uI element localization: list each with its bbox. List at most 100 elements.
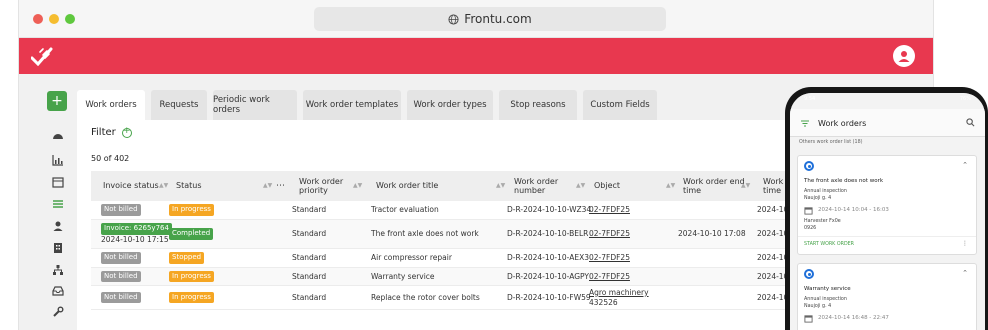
- invoice-cell: Invoice: 6265y764 2024-10-10 17:15: [101, 220, 172, 248]
- object-cell: Agro machinery 432526: [589, 286, 649, 309]
- sort-icon[interactable]: ▲▼: [576, 182, 585, 189]
- tab-periodic-work-orders[interactable]: Periodic work orders: [213, 90, 297, 120]
- phone-time: 9:54: [804, 96, 816, 102]
- status-badge: Stopped: [169, 252, 205, 264]
- url-text: Frontu.com: [464, 12, 532, 26]
- phone-screen: 9:54 76% Work orders Others work order l…: [790, 93, 985, 330]
- invoice-badge: Not billed: [101, 291, 141, 304]
- status-badge: In progress: [169, 270, 214, 283]
- tab-work-order-templates[interactable]: Work order templates: [303, 90, 401, 120]
- start-work-order-button[interactable]: START WORK ORDER: [804, 242, 854, 247]
- sort-icon[interactable]: ▲▼: [496, 182, 505, 189]
- card-title: Warranty service: [804, 286, 851, 292]
- phone-app-header: Work orders: [790, 109, 985, 137]
- object-link[interactable]: 02-7FDF25: [589, 205, 630, 215]
- status-badge: Completed: [169, 228, 214, 240]
- dashboard-icon[interactable]: [51, 130, 65, 144]
- work-order-card[interactable]: ⌃ The front axle does not work Annual in…: [797, 155, 977, 255]
- sort-icon[interactable]: ▲▼: [666, 182, 675, 189]
- table-row[interactable]: Invoice: 6265y764 2024-10-10 17:15 Complet…: [91, 220, 837, 249]
- header-object[interactable]: Object: [594, 171, 620, 201]
- status-cell: Stopped: [169, 249, 205, 267]
- sort-icon[interactable]: ▲▼: [263, 182, 272, 189]
- app-header: [19, 38, 933, 74]
- group-icon[interactable]: ⋯: [276, 171, 285, 201]
- title-cell: The front axle does not work: [371, 229, 479, 239]
- sort-icon[interactable]: ▲▼: [741, 182, 750, 189]
- minimize-dot[interactable]: [49, 14, 59, 24]
- add-button[interactable]: +: [47, 91, 67, 111]
- card-title: The front axle does not work: [804, 178, 884, 184]
- work-order-card[interactable]: ⌃ Warranty service Annual inspection Nau…: [797, 263, 977, 330]
- user-icon[interactable]: [51, 220, 65, 234]
- wrench-icon[interactable]: [51, 306, 65, 320]
- chart-icon[interactable]: [51, 154, 65, 168]
- card-date: 2024-10-14 16:48 - 22:47: [818, 315, 889, 321]
- search-icon[interactable]: [966, 118, 975, 127]
- address-bar[interactable]: Frontu.com: [314, 7, 666, 31]
- maximize-dot[interactable]: [65, 14, 75, 24]
- status-badge: In progress: [169, 291, 214, 304]
- status-ring-icon: [804, 161, 814, 171]
- table-row[interactable]: Not billed In progress Standard Tractor eva…: [91, 201, 837, 220]
- number-cell: D-R-2024-10-10-AGPY: [507, 271, 589, 281]
- collapse-chevron-icon[interactable]: ⌃: [962, 161, 968, 169]
- calendar-icon[interactable]: [51, 176, 65, 190]
- number-cell: D-R-2024-10-10-BELR: [507, 229, 589, 239]
- tab-bar: Work orders Requests Periodic work order…: [77, 90, 657, 120]
- status-badge: In progress: [169, 204, 214, 216]
- object-link[interactable]: 02-7FDF25: [589, 272, 630, 282]
- title-cell: Replace the rotor cover bolts: [371, 292, 480, 302]
- card-type: Annual inspection: [804, 189, 847, 194]
- card-asset-code: 0926: [804, 226, 817, 231]
- header-title[interactable]: Work order title: [376, 171, 438, 201]
- table-row[interactable]: Not billed In progress Standard Replace the…: [91, 286, 837, 310]
- card-address: Naujoji g. 4: [804, 304, 832, 309]
- building-icon[interactable]: [51, 242, 65, 256]
- table-row[interactable]: Not billed Stopped Standard Air compressor …: [91, 249, 837, 268]
- hierarchy-icon[interactable]: [51, 264, 65, 278]
- title-cell: Air compressor repair: [371, 253, 452, 263]
- invoice-cell: Not billed: [101, 249, 141, 267]
- title-cell: Tractor evaluation: [371, 205, 439, 215]
- user-avatar-icon[interactable]: [893, 45, 915, 67]
- more-vert-icon[interactable]: ⋮: [962, 240, 968, 247]
- invoice-date: 2024-10-10 17:15: [101, 234, 169, 244]
- object-link[interactable]: 02-7FDF25: [589, 253, 630, 263]
- sort-icon[interactable]: ▲▼: [353, 182, 362, 189]
- tab-stop-reasons[interactable]: Stop reasons: [499, 90, 577, 120]
- table-row[interactable]: Not billed In progress Standard Warranty se…: [91, 268, 837, 286]
- card-address: Naujoji g. 4: [804, 196, 832, 201]
- close-dot[interactable]: [33, 14, 43, 24]
- card-date: 2024-10-14 10:04 - 16:03: [818, 207, 889, 213]
- sort-icon[interactable]: ▲▼: [159, 182, 168, 189]
- calendar-icon: [804, 207, 813, 215]
- tab-requests[interactable]: Requests: [151, 90, 207, 120]
- list-icon[interactable]: [51, 198, 65, 212]
- inbox-icon[interactable]: [51, 285, 65, 299]
- card-asset: Harvester Fx0e: [804, 219, 841, 224]
- priority-cell: Standard: [292, 229, 327, 239]
- end-time-cell: 2024-10-10 17:08: [678, 229, 746, 239]
- filter-icon[interactable]: [800, 118, 810, 128]
- header-status[interactable]: Status: [176, 171, 202, 201]
- add-filter-icon[interactable]: [121, 126, 132, 138]
- filter-label: Filter: [91, 127, 116, 138]
- header-number[interactable]: Work order number: [514, 171, 569, 201]
- calendar-icon: [804, 315, 813, 323]
- tab-work-order-types[interactable]: Work order types: [407, 90, 493, 120]
- tab-work-orders[interactable]: Work orders: [77, 90, 145, 120]
- card-type: Annual inspection: [804, 297, 847, 302]
- status-ring-icon: [804, 269, 814, 279]
- object-link[interactable]: Agro machinery: [589, 288, 649, 298]
- object-cell: 02-7FDF25: [589, 201, 630, 219]
- header-priority[interactable]: Work order priority: [299, 171, 359, 201]
- collapse-chevron-icon[interactable]: ⌃: [962, 269, 968, 277]
- filter-bar[interactable]: Filter: [91, 126, 132, 138]
- object-link[interactable]: 02-7FDF25: [589, 229, 630, 239]
- header-invoice-status[interactable]: Invoice status: [103, 171, 159, 201]
- frontu-logo-icon[interactable]: [31, 46, 53, 66]
- object-sub: 432526: [589, 297, 618, 307]
- tab-custom-fields[interactable]: Custom Fields: [583, 90, 657, 120]
- table-header: Invoice status ▲▼ Status ▲▼ ⋯ Work order…: [91, 171, 837, 201]
